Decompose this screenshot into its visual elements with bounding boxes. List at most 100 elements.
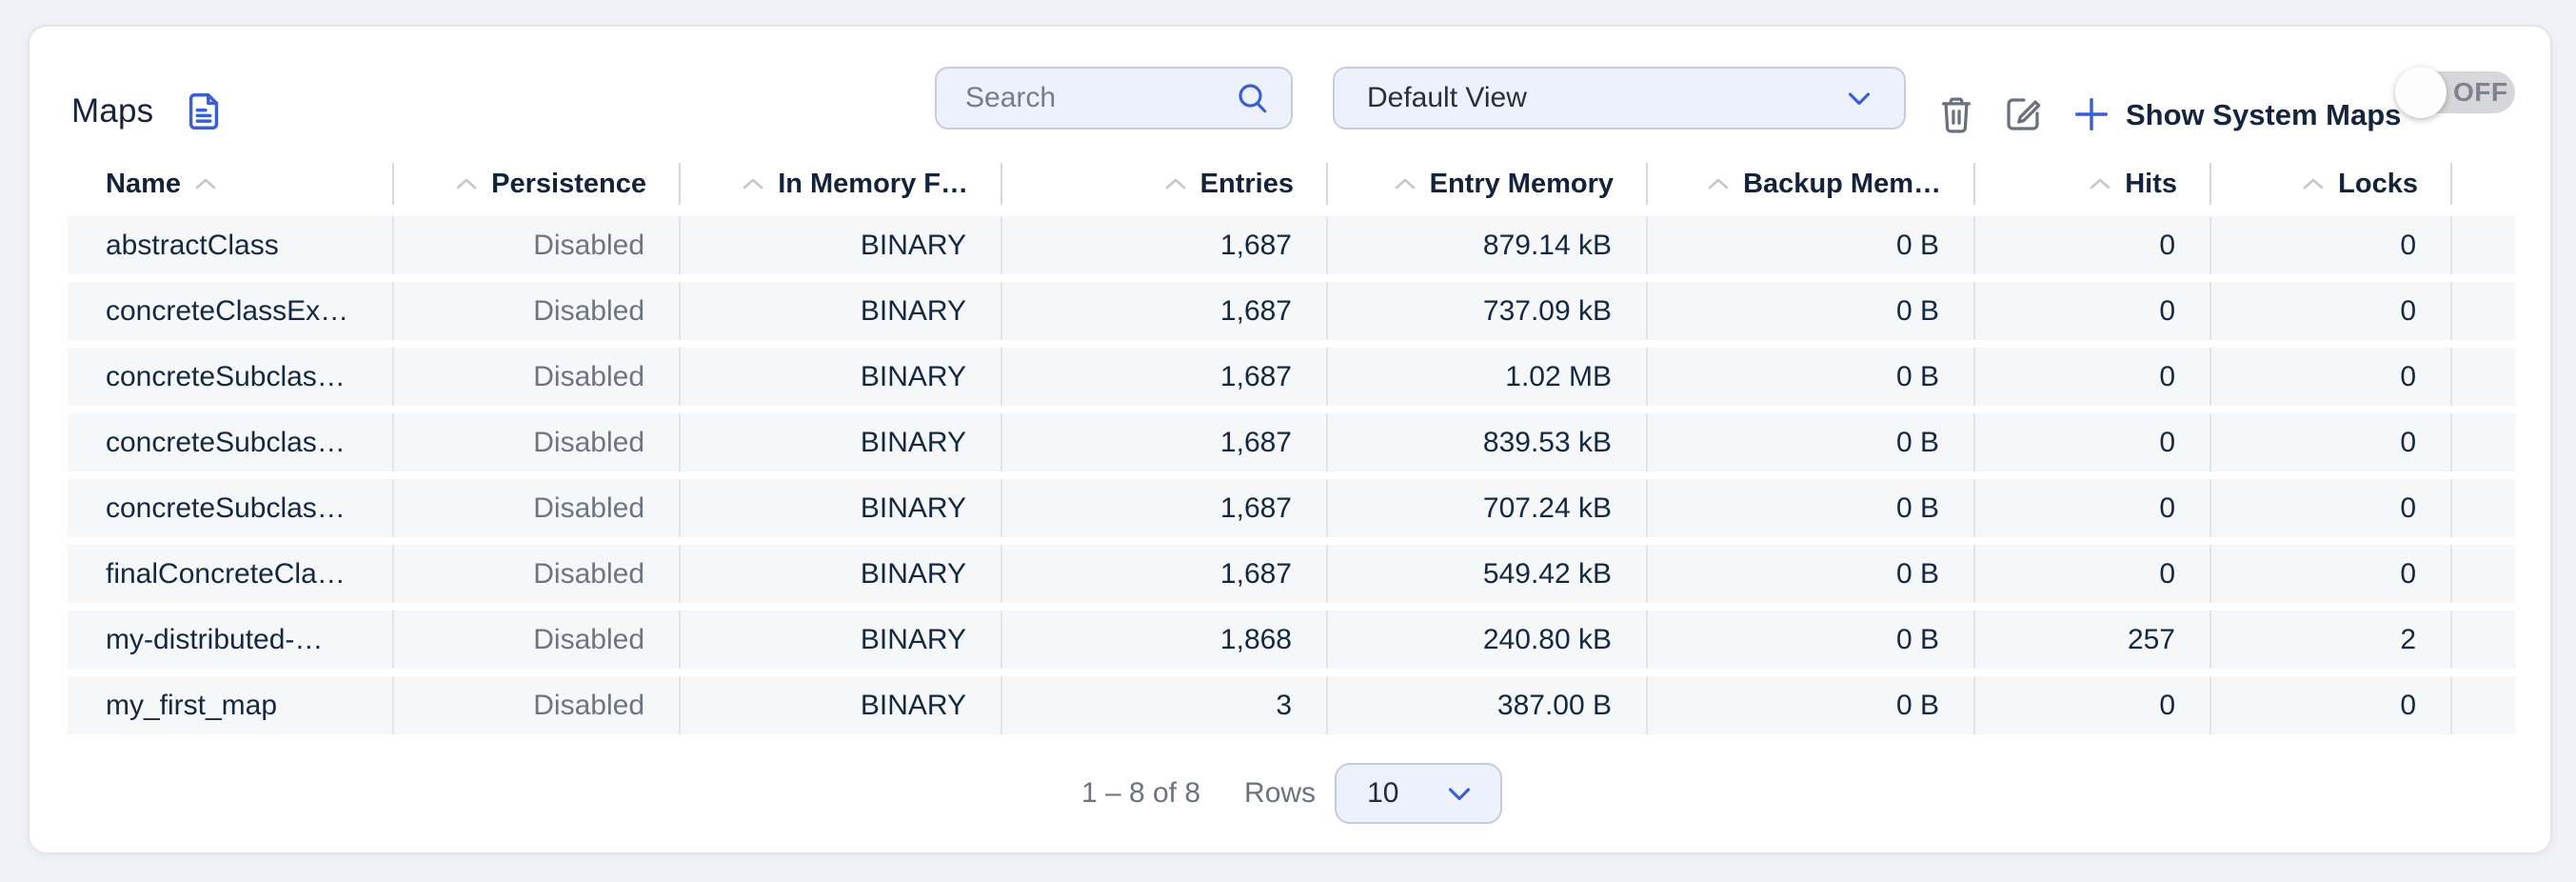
column-header-hits[interactable]: Hits [1975, 156, 2211, 211]
cell-name: abstractClass [68, 216, 394, 274]
table-row[interactable]: abstractClass Disabled BINARY 1,687 879.… [68, 216, 2516, 274]
cell-name: my_first_map [68, 676, 394, 734]
cell-locks: 0 [2211, 216, 2452, 274]
rows-per-page-label: Rows [1244, 777, 1316, 810]
page-title: Maps [71, 92, 153, 130]
toggle-state-label: OFF [2453, 71, 2508, 113]
cell-in-memory-format: BINARY [681, 413, 1002, 471]
cell-locks: 0 [2211, 413, 2452, 471]
cell-entries: 1,687 [1002, 413, 1328, 471]
cell-in-memory-format: BINARY [681, 676, 1002, 734]
cell-empty [2452, 611, 2516, 669]
column-header-in-memory-format[interactable]: In Memory F… [681, 156, 1002, 211]
column-header-persistence[interactable]: Persistence [394, 156, 681, 211]
cell-backup-memory: 0 B [1648, 479, 1975, 537]
cell-locks: 0 [2211, 348, 2452, 406]
cell-backup-memory: 0 B [1648, 413, 1975, 471]
table-body: abstractClass Disabled BINARY 1,687 879.… [68, 216, 2516, 742]
cell-hits: 0 [1975, 676, 2211, 734]
cell-in-memory-format: BINARY [681, 282, 1002, 340]
view-select-value: Default View [1367, 82, 1527, 114]
cell-entries: 1,687 [1002, 282, 1328, 340]
cell-empty [2452, 348, 2516, 406]
cell-entry-memory: 387.00 B [1328, 676, 1648, 734]
cell-hits: 0 [1975, 216, 2211, 274]
chevron-down-icon [1841, 80, 1877, 116]
cell-name: concreteSubclas… [68, 413, 394, 471]
sort-caret-icon [1707, 177, 1730, 190]
panel-header: Maps [71, 90, 226, 133]
cell-name: my-distributed-… [68, 611, 394, 669]
cell-entries: 3 [1002, 676, 1328, 734]
cell-name: finalConcreteCla… [68, 545, 394, 603]
pagination-range: 1 – 8 of 8 [1081, 777, 1200, 810]
column-header-entries[interactable]: Entries [1002, 156, 1328, 211]
search-input[interactable] [965, 82, 1234, 114]
cell-locks: 0 [2211, 479, 2452, 537]
pagination: 1 – 8 of 8 Rows 10 [68, 762, 2516, 825]
chevron-down-icon [1441, 775, 1477, 812]
cell-in-memory-format: BINARY [681, 479, 1002, 537]
page-background: { "page": { "title": "Maps" }, "toolbar"… [0, 0, 2576, 882]
toggle-knob [2395, 67, 2447, 118]
cell-hits: 0 [1975, 545, 2211, 603]
cell-name: concreteClassEx… [68, 282, 394, 340]
column-header-backup-memory[interactable]: Backup Mem… [1648, 156, 1975, 211]
table-row[interactable]: my-distributed-… Disabled BINARY 1,868 2… [68, 611, 2516, 669]
cell-entries: 1,687 [1002, 216, 1328, 274]
show-system-maps-toggle[interactable]: OFF [2398, 71, 2515, 113]
cell-persistence: Disabled [394, 348, 681, 406]
cell-entry-memory: 737.09 kB [1328, 282, 1648, 340]
cell-persistence: Disabled [394, 413, 681, 471]
column-header-entry-memory[interactable]: Entry Memory [1328, 156, 1648, 211]
cell-entry-memory: 1.02 MB [1328, 348, 1648, 406]
rows-per-page-value: 10 [1367, 777, 1398, 810]
cell-persistence: Disabled [394, 676, 681, 734]
edit-view-button[interactable] [1998, 90, 2048, 139]
sort-caret-icon [1394, 177, 1417, 190]
cell-hits: 0 [1975, 348, 2211, 406]
cell-backup-memory: 0 B [1648, 545, 1975, 603]
add-view-button[interactable] [2067, 90, 2116, 139]
cell-hits: 257 [1975, 611, 2211, 669]
table-row[interactable]: concreteClassEx… Disabled BINARY 1,687 7… [68, 282, 2516, 340]
cell-backup-memory: 0 B [1648, 676, 1975, 734]
cell-in-memory-format: BINARY [681, 611, 1002, 669]
cell-empty [2452, 282, 2516, 340]
sort-caret-icon [2089, 177, 2111, 190]
cell-entries: 1,687 [1002, 479, 1328, 537]
cell-in-memory-format: BINARY [681, 216, 1002, 274]
cell-empty [2452, 216, 2516, 274]
delete-view-button[interactable] [1932, 90, 1981, 139]
column-header-locks[interactable]: Locks [2211, 156, 2452, 211]
cell-persistence: Disabled [394, 545, 681, 603]
cell-entry-memory: 879.14 kB [1328, 216, 1648, 274]
edit-icon [2001, 92, 2045, 136]
cell-entry-memory: 839.53 kB [1328, 413, 1648, 471]
cell-entry-memory: 549.42 kB [1328, 545, 1648, 603]
cell-entry-memory: 240.80 kB [1328, 611, 1648, 669]
document-icon[interactable] [182, 90, 226, 133]
cell-backup-memory: 0 B [1648, 611, 1975, 669]
cell-hits: 0 [1975, 413, 2211, 471]
maps-panel: Maps Default View [28, 25, 2552, 854]
sort-caret-icon [455, 177, 478, 190]
table-row[interactable]: concreteSubclas… Disabled BINARY 1,687 1… [68, 348, 2516, 406]
show-system-maps-label: Show System Maps [2126, 98, 2401, 132]
cell-persistence: Disabled [394, 282, 681, 340]
cell-entries: 1,868 [1002, 611, 1328, 669]
cell-backup-memory: 0 B [1648, 216, 1975, 274]
cell-locks: 0 [2211, 545, 2452, 603]
cell-in-memory-format: BINARY [681, 545, 1002, 603]
table-row[interactable]: my_first_map Disabled BINARY 3 387.00 B … [68, 676, 2516, 734]
cell-persistence: Disabled [394, 216, 681, 274]
column-header-name[interactable]: Name [68, 156, 394, 211]
cell-locks: 2 [2211, 611, 2452, 669]
cell-locks: 0 [2211, 282, 2452, 340]
table-row[interactable]: concreteSubclas… Disabled BINARY 1,687 7… [68, 479, 2516, 537]
table-row[interactable]: finalConcreteCla… Disabled BINARY 1,687 … [68, 545, 2516, 603]
table-row[interactable]: concreteSubclas… Disabled BINARY 1,687 8… [68, 413, 2516, 471]
cell-backup-memory: 0 B [1648, 282, 1975, 340]
view-select[interactable]: Default View [1333, 67, 1906, 130]
rows-per-page-select[interactable]: 10 [1335, 763, 1502, 824]
